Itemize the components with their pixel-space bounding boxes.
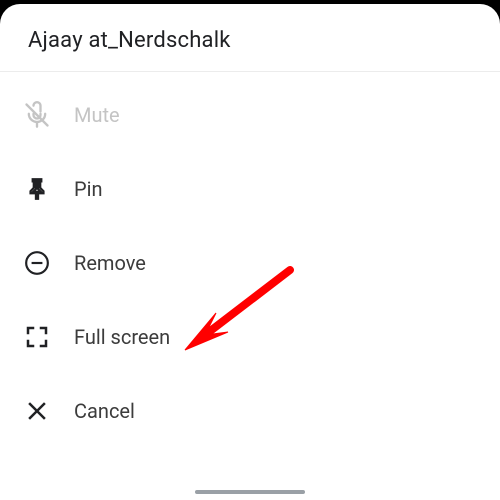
- mute-label: Mute: [74, 103, 120, 127]
- close-icon: [20, 394, 54, 428]
- pin-item[interactable]: Pin: [0, 152, 500, 226]
- pin-label: Pin: [74, 177, 103, 201]
- pin-icon: [20, 172, 54, 206]
- remove-icon: [20, 246, 54, 280]
- participant-name: Ajaay at_Nerdschalk: [28, 28, 472, 53]
- fullscreen-icon: [20, 320, 54, 354]
- cancel-label: Cancel: [74, 399, 135, 423]
- gesture-handle[interactable]: [195, 490, 305, 494]
- mic-off-icon: [20, 98, 54, 132]
- fullscreen-item[interactable]: Full screen: [0, 300, 500, 374]
- cancel-item[interactable]: Cancel: [0, 374, 500, 448]
- bottom-sheet: Ajaay at_Nerdschalk Mute Pin: [0, 4, 500, 500]
- remove-item[interactable]: Remove: [0, 226, 500, 300]
- remove-label: Remove: [74, 251, 146, 275]
- fullscreen-label: Full screen: [74, 325, 170, 349]
- mute-item: Mute: [0, 78, 500, 152]
- action-menu: Mute Pin Remove: [0, 72, 500, 448]
- sheet-header: Ajaay at_Nerdschalk: [0, 4, 500, 72]
